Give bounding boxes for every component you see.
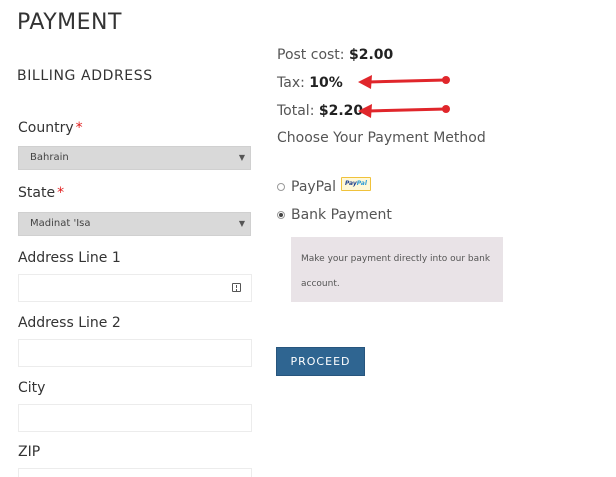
country-label: Country * xyxy=(18,120,83,136)
chevron-down-icon: ▼ xyxy=(238,153,245,162)
country-select[interactable]: Bahrain ▼ xyxy=(18,146,251,170)
tax-value: 10% xyxy=(309,75,343,91)
post-cost-line: Post cost: $2.00 xyxy=(277,47,393,63)
paypal-label: PayPal xyxy=(291,179,336,195)
red-arrow-icon xyxy=(358,75,450,89)
bank-payment-description: Make your payment directly into our bank… xyxy=(291,237,503,302)
city-label: City xyxy=(18,380,46,396)
zip-input[interactable] xyxy=(18,468,252,477)
tax-label: Tax: xyxy=(277,75,310,91)
required-asterisk: * xyxy=(57,185,65,201)
address-line-2-input[interactable] xyxy=(18,339,252,367)
required-asterisk: * xyxy=(75,120,83,136)
total-line: Total: $2.20 xyxy=(277,103,363,119)
zip-label: ZIP xyxy=(18,444,41,460)
city-input[interactable] xyxy=(18,404,252,432)
paypal-option[interactable]: PayPal PayPal xyxy=(277,177,371,195)
bank-payment-option[interactable]: Bank Payment xyxy=(277,207,392,223)
country-select-value: Bahrain xyxy=(30,152,69,163)
address-line-1-input[interactable] xyxy=(18,274,252,302)
paypal-logo-pal: Pal xyxy=(356,180,367,187)
state-select[interactable]: Madinat 'Isa ▼ xyxy=(18,212,251,236)
country-label-text: Country xyxy=(18,120,74,136)
state-label: State * xyxy=(18,185,64,201)
billing-address-heading: BILLING ADDRESS xyxy=(17,68,153,84)
paypal-logo-pay: Pay xyxy=(345,180,357,187)
state-select-value: Madinat 'Isa xyxy=(30,218,91,229)
address-line-1-label: Address Line 1 xyxy=(18,250,121,266)
post-cost-value: $2.00 xyxy=(348,47,394,63)
total-value: $2.20 xyxy=(318,103,364,119)
paypal-radio[interactable] xyxy=(277,183,285,191)
total-label: Total: xyxy=(277,103,319,119)
proceed-button[interactable]: PROCEED xyxy=(276,347,365,376)
tax-line: Tax: 10% xyxy=(277,75,343,91)
bank-payment-radio[interactable] xyxy=(277,211,285,219)
paypal-logo-icon: PayPal xyxy=(340,177,371,191)
choose-payment-method-heading: Choose Your Payment Method xyxy=(277,130,486,146)
address-line-2-label: Address Line 2 xyxy=(18,315,121,331)
red-arrow-icon xyxy=(358,104,450,118)
bank-payment-label: Bank Payment xyxy=(291,207,392,223)
page-title: PAYMENT xyxy=(17,10,122,35)
chevron-down-icon: ▼ xyxy=(238,219,245,228)
post-cost-label: Post cost: xyxy=(277,47,349,63)
state-label-text: State xyxy=(18,185,56,201)
autofill-icon[interactable] xyxy=(232,283,241,292)
